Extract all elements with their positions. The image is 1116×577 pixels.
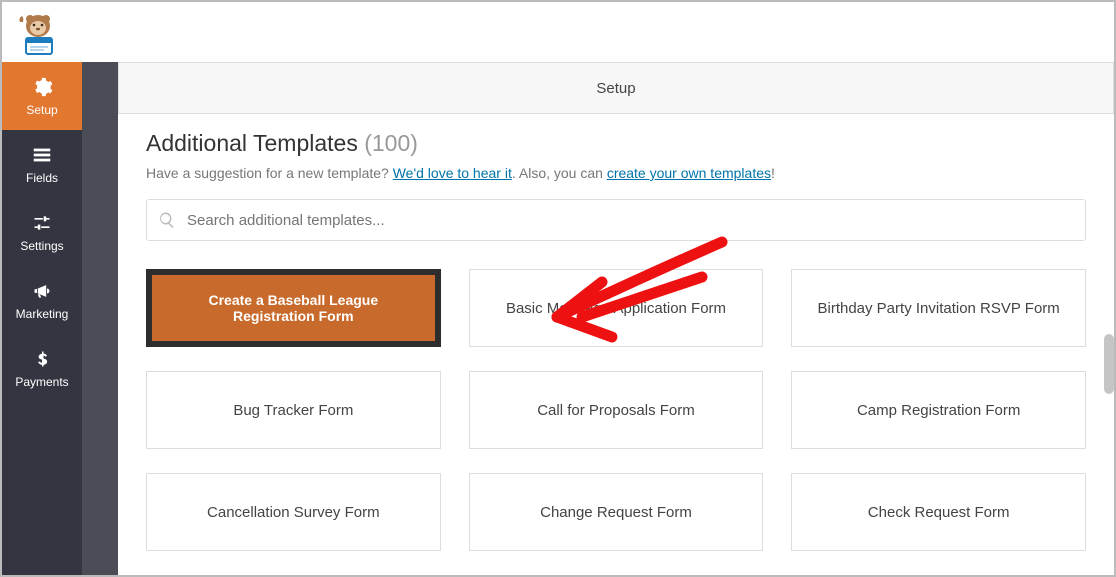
tab-setup[interactable]: Setup: [118, 62, 1114, 114]
gear-icon: [30, 75, 54, 99]
template-grid: Create a Baseball League Registration Fo…: [146, 269, 1086, 551]
template-label: Change Request Form: [540, 504, 692, 521]
scrollbar-thumb[interactable]: [1104, 334, 1114, 394]
template-card-call-proposals[interactable]: Call for Proposals Form: [469, 371, 764, 449]
topbar: [2, 2, 1114, 62]
sidebar: Setup Fields Settings Marketing Payments: [2, 62, 82, 575]
subtext-suffix: !: [771, 165, 775, 181]
template-label: Camp Registration Form: [857, 402, 1020, 419]
template-label: Bug Tracker Form: [233, 402, 353, 419]
template-card-cancellation-survey[interactable]: Cancellation Survey Form: [146, 473, 441, 551]
subtext-prefix: Have a suggestion for a new template?: [146, 165, 393, 181]
sidebar-item-label: Settings: [20, 239, 63, 253]
template-card-bug-tracker[interactable]: Bug Tracker Form: [146, 371, 441, 449]
subtext-mid: . Also, you can: [512, 165, 607, 181]
suggestion-link[interactable]: We'd love to hear it: [393, 165, 512, 181]
bullhorn-icon: [30, 279, 54, 303]
sliders-icon: [30, 211, 54, 235]
sidebar-item-label: Fields: [26, 171, 58, 185]
subtext: Have a suggestion for a new template? We…: [146, 165, 1086, 181]
template-card-baseball-league[interactable]: Create a Baseball League Registration Fo…: [146, 269, 441, 347]
page-title: Additional Templates (100): [146, 130, 1086, 157]
list-icon: [30, 143, 54, 167]
template-card-check-request[interactable]: Check Request Form: [791, 473, 1086, 551]
template-card-birthday-rsvp[interactable]: Birthday Party Invitation RSVP Form: [791, 269, 1086, 347]
search-box: [146, 199, 1086, 241]
template-card-change-request[interactable]: Change Request Form: [469, 473, 764, 551]
create-template-link[interactable]: create your own templates: [607, 165, 771, 181]
search-icon: [158, 211, 176, 229]
search-input[interactable]: [146, 199, 1086, 241]
sidebar-item-label: Marketing: [16, 307, 69, 321]
template-card-camp-registration[interactable]: Camp Registration Form: [791, 371, 1086, 449]
sidebar-item-marketing[interactable]: Marketing: [2, 266, 82, 334]
app-logo: [14, 8, 62, 56]
sidebar-item-label: Setup: [26, 103, 57, 117]
secondary-gutter: [82, 62, 118, 575]
template-label: Cancellation Survey Form: [207, 504, 380, 521]
content-area: Setup Additional Templates (100) Have a …: [82, 62, 1114, 575]
sidebar-item-setup[interactable]: Setup: [2, 62, 82, 130]
sidebar-item-payments[interactable]: Payments: [2, 334, 82, 402]
tab-label: Setup: [596, 80, 635, 97]
template-label: Call for Proposals Form: [537, 402, 695, 419]
template-label: Check Request Form: [868, 504, 1010, 521]
template-label: Birthday Party Invitation RSVP Form: [817, 300, 1059, 317]
heading-text: Additional Templates: [146, 130, 358, 156]
template-label: Basic Mortgage Application Form: [506, 300, 726, 317]
sidebar-item-fields[interactable]: Fields: [2, 130, 82, 198]
sidebar-item-settings[interactable]: Settings: [2, 198, 82, 266]
template-card-mortgage[interactable]: Basic Mortgage Application Form: [469, 269, 764, 347]
dollar-icon: [30, 347, 54, 371]
template-label: Create a Baseball League Registration Fo…: [166, 292, 421, 324]
sidebar-item-label: Payments: [15, 375, 68, 389]
heading-count: (100): [364, 130, 418, 156]
